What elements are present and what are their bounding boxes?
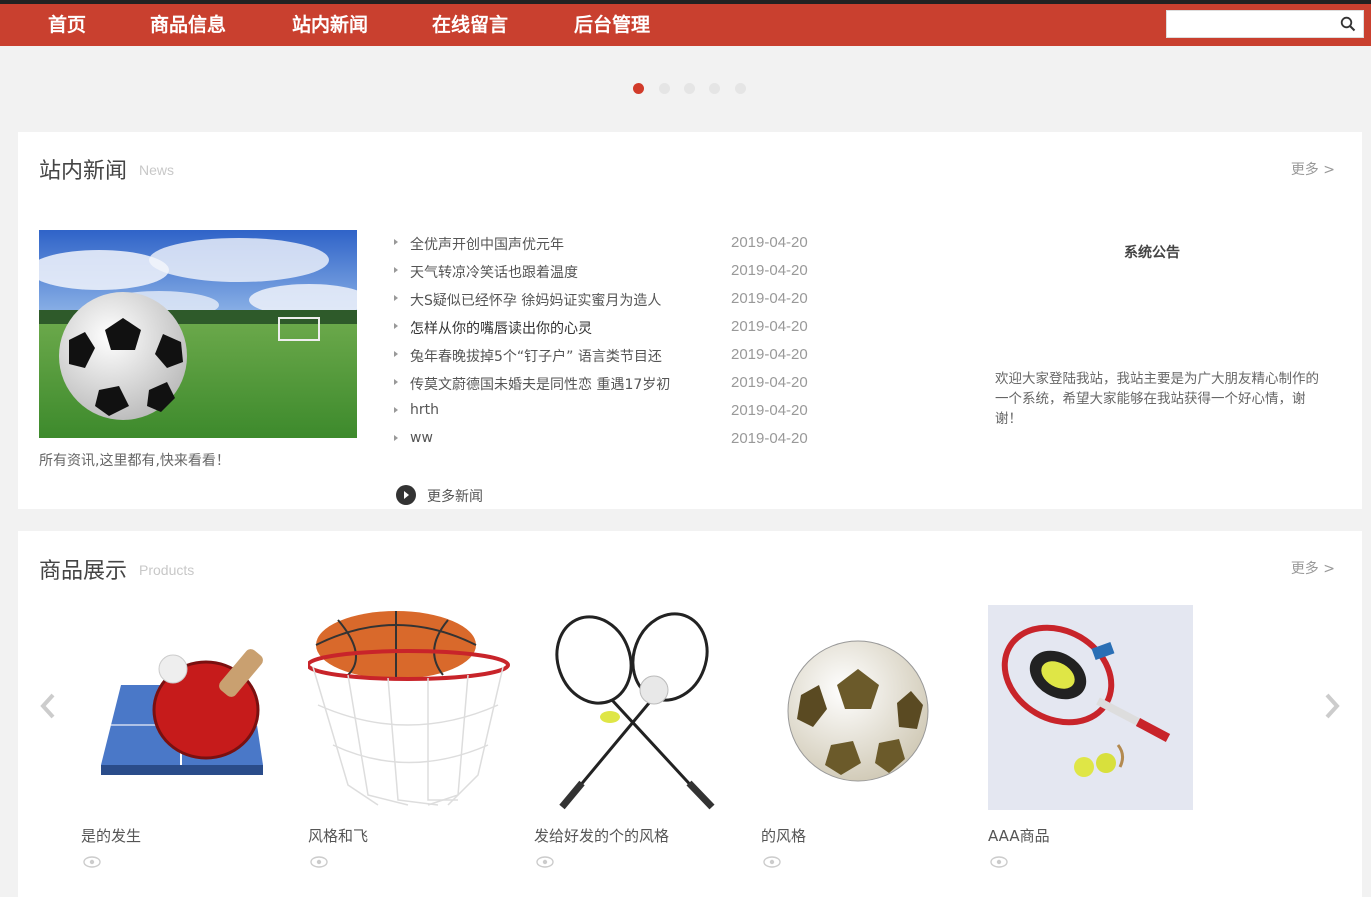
prev-arrow-icon[interactable] [38,691,58,721]
news-more-link[interactable]: 更多 > [1291,159,1335,179]
eye-icon [763,856,781,868]
bullet-arrow-icon [394,239,398,245]
notice-title: 系统公告 [1124,245,1180,261]
product-name[interactable]: 风格和飞 [308,825,368,846]
eye-icon [310,856,328,868]
search-box [1166,10,1364,38]
basketball-hoop-image[interactable] [306,605,513,810]
news-item-date: 2019-04-20 [731,290,808,307]
eye-icon [536,856,554,868]
products-subheading: Products [139,562,195,578]
news-item-title[interactable]: 大S疑似已经怀孕 徐妈妈证实蜜月为造人 [410,290,661,310]
nav-home[interactable]: 首页 [48,4,86,46]
news-item-date: 2019-04-20 [731,374,808,391]
product-name[interactable]: 是的发生 [81,825,141,846]
search-icon[interactable] [1340,16,1356,32]
news-item-title[interactable]: 怎样从你的嘴唇读出你的心灵 [410,318,592,338]
product-name[interactable]: AAA商品 [988,825,1050,846]
news-heading: 站内新闻 [39,159,128,184]
news-item-title[interactable]: 兔年春晚拔掉5个“钉子户” 语言类节目还 [410,346,662,366]
bullet-arrow-icon [394,267,398,273]
news-item-title[interactable]: 全优声开创中国声优元年 [410,234,564,254]
more-news-label[interactable]: 更多新闻 [427,486,483,506]
carousel-dot-1[interactable] [633,83,644,94]
news-item-title[interactable]: hrth [410,402,439,418]
carousel-dot-3[interactable] [684,83,695,94]
carousel-dot-2[interactable] [659,83,670,94]
bullet-arrow-icon [394,323,398,329]
nav-news[interactable]: 站内新闻 [292,4,368,46]
nav-messages[interactable]: 在线留言 [432,4,508,46]
news-item[interactable]: hrth 2019-04-20 [394,400,834,428]
news-item-date: 2019-04-20 [731,262,808,279]
news-item[interactable]: ww 2019-04-20 [394,428,834,456]
news-item-date: 2019-04-20 [731,346,808,363]
bullet-arrow-icon [394,351,398,357]
news-subheading: News [139,162,175,178]
product-name[interactable]: 的风格 [761,825,806,846]
news-item-date: 2019-04-20 [731,234,808,251]
news-item[interactable]: 兔年春晚拔掉5个“钉子户” 语言类节目还 2019-04-20 [394,344,834,372]
main-nav: 首页 商品信息 站内新闻 在线留言 后台管理 [0,4,1371,46]
news-item-title[interactable]: 天气转凉冷笑话也跟着温度 [410,262,578,282]
products-more-link[interactable]: 更多 > [1291,558,1335,578]
tennis-racket-image[interactable] [988,605,1193,810]
news-item-date: 2019-04-20 [731,402,808,419]
news-section: 站内新闻 News 更多 > 所有资讯,这里都有,快来看看！ 全优声开创中国声优… [18,132,1362,509]
news-item-date: 2019-04-20 [731,318,808,335]
nav-admin[interactable]: 后台管理 [574,4,650,46]
badminton-image[interactable] [534,605,739,810]
eye-icon [83,856,101,868]
next-arrow-icon[interactable] [1322,691,1342,721]
soccer-ball-image[interactable] [761,605,966,810]
news-item[interactable]: 全优声开创中国声优元年 2019-04-20 [394,232,834,260]
news-item[interactable]: 天气转凉冷笑话也跟着温度 2019-04-20 [394,260,834,288]
news-item[interactable]: 传莫文蔚德国未婚夫是同性恋 重遇17岁初 2019-04-20 [394,372,834,400]
play-circle-icon [396,485,416,505]
news-item[interactable]: 大S疑似已经怀孕 徐妈妈证实蜜月为造人 2019-04-20 [394,288,834,316]
products-section: 商品展示 Products 更多 > 是的发生 风格和飞 发给好发的个的风格 的… [18,531,1362,897]
products-heading: 商品展示 [39,559,128,584]
table-tennis-image[interactable] [81,605,286,810]
news-item-date: 2019-04-20 [731,430,808,447]
search-input[interactable] [1167,11,1337,37]
news-item-title[interactable]: ww [410,430,433,446]
notice-body: 欢迎大家登陆我站，我站主要是为广大朋友精心制作的一个系统，希望大家能够在我站获得… [995,371,1319,427]
product-name[interactable]: 发给好发的个的风格 [534,825,669,846]
bullet-arrow-icon [394,407,398,413]
carousel-dot-5[interactable] [735,83,746,94]
nav-products[interactable]: 商品信息 [150,4,226,46]
news-item[interactable]: 怎样从你的嘴唇读出你的心灵 2019-04-20 [394,316,834,344]
news-item-title[interactable]: 传莫文蔚德国未婚夫是同性恋 重遇17岁初 [410,374,670,394]
bullet-arrow-icon [394,379,398,385]
carousel-dot-4[interactable] [709,83,720,94]
bullet-arrow-icon [394,435,398,441]
news-featured-image[interactable] [39,230,357,438]
news-caption: 所有资讯,这里都有,快来看看！ [39,453,230,469]
eye-icon [990,856,1008,868]
bullet-arrow-icon [394,295,398,301]
